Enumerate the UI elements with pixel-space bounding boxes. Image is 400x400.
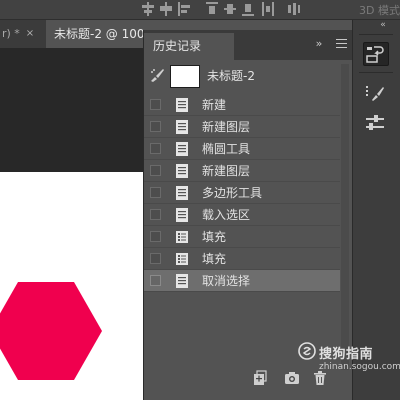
document-icon: [176, 98, 188, 112]
history-state-label: 新建: [202, 98, 227, 112]
trash-icon[interactable]: [312, 370, 328, 386]
fill-list-icon: [176, 253, 188, 265]
distribute-horizontal-icon[interactable]: [262, 2, 274, 16]
history-state-row[interactable]: 新建: [144, 94, 340, 116]
history-state-row[interactable]: 载入选区: [144, 204, 340, 226]
brush-presets-button[interactable]: [363, 82, 389, 106]
watermark-url: zhinan.sogou.com: [319, 362, 400, 372]
source-checkbox[interactable]: [150, 275, 161, 286]
auto-align-icon[interactable]: [288, 2, 300, 16]
snapshot-thumbnail[interactable]: [170, 65, 200, 88]
history-state-label: 多边形工具: [202, 186, 263, 200]
align-center-icon[interactable]: [160, 2, 172, 16]
close-icon[interactable]: ×: [24, 20, 36, 48]
history-brush-icon[interactable]: [149, 67, 165, 83]
history-state-row[interactable]: 填充: [144, 248, 340, 270]
collapse-panel-button[interactable]: »: [312, 36, 326, 52]
pasteboard: [0, 48, 143, 172]
document-icon: [176, 186, 188, 200]
source-checkbox[interactable]: [150, 209, 161, 220]
history-state-row[interactable]: 椭圆工具: [144, 138, 340, 160]
history-state-row[interactable]: 新建图层: [144, 116, 340, 138]
history-state-label: 填充: [202, 252, 227, 266]
history-panel-icon: [366, 46, 384, 63]
source-checkbox[interactable]: [150, 165, 161, 176]
document-icon: [176, 164, 188, 178]
snapshot-label: 未标题-2: [207, 69, 255, 83]
snapshot-row[interactable]: 未标题-2: [144, 61, 340, 92]
history-state-row[interactable]: 填充: [144, 226, 340, 248]
history-state-label: 椭圆工具: [202, 142, 251, 156]
history-state-label: 填充: [202, 230, 227, 244]
history-state-label: 新建图层: [202, 164, 251, 178]
sogou-logo: [298, 342, 316, 360]
tab-inactive-document[interactable]: r) *: [0, 20, 46, 48]
source-checkbox[interactable]: [150, 121, 161, 132]
panel-header: 历史记录 »: [144, 30, 352, 60]
source-checkbox[interactable]: [150, 143, 161, 154]
document-tabs: r) * × 未标题-2 @ 100%: [0, 20, 143, 48]
hexagon-shape[interactable]: [0, 282, 102, 380]
history-state-label: 载入选区: [202, 208, 251, 222]
document-icon: [176, 120, 188, 134]
document-icon: [176, 274, 188, 288]
document-icon: [176, 142, 188, 156]
history-state-row[interactable]: 多边形工具: [144, 182, 340, 204]
tab-history[interactable]: 历史记录: [144, 33, 234, 60]
history-state-row[interactable]: 新建图层: [144, 160, 340, 182]
divider: [359, 34, 393, 35]
camera-snapshot-icon[interactable]: [284, 370, 300, 386]
adjustments-icon: [366, 115, 384, 130]
distribute-top-icon[interactable]: [206, 2, 218, 16]
source-checkbox[interactable]: [150, 187, 161, 198]
history-state-row-selected[interactable]: 取消选择: [144, 270, 340, 292]
document-icon: [176, 208, 188, 222]
new-document-from-state-icon[interactable]: [252, 370, 268, 386]
history-panel-button[interactable]: [363, 42, 389, 66]
source-checkbox[interactable]: [150, 99, 161, 110]
3d-mode-label: 3D 模式: [359, 4, 400, 17]
history-state-label: 取消选择: [202, 274, 251, 288]
distribute-middle-icon[interactable]: [224, 2, 236, 16]
fill-list-icon: [176, 231, 188, 243]
panel-menu-icon[interactable]: [336, 39, 347, 49]
source-checkbox[interactable]: [150, 231, 161, 242]
source-checkbox[interactable]: [150, 253, 161, 264]
history-scrollbar[interactable]: [341, 64, 349, 370]
adjustments-button[interactable]: [363, 112, 389, 136]
brush-presets-icon: [366, 86, 384, 101]
distribute-bottom-icon[interactable]: [242, 2, 254, 16]
history-state-label: 新建图层: [202, 120, 251, 134]
expand-panels-button[interactable]: «: [376, 20, 390, 30]
history-list: 新建 新建图层 椭圆工具 新建图层 多边形工具 载入选区 填充 填充 取消选择: [144, 94, 340, 292]
tab-active-document[interactable]: 未标题-2 @ 100%: [46, 20, 143, 48]
align-right-icon[interactable]: [178, 2, 190, 16]
watermark-brand: 搜狗指南: [319, 347, 374, 362]
align-left-icon[interactable]: [142, 2, 154, 16]
divider: [359, 72, 393, 73]
options-bar: 3D 模式: [0, 0, 400, 20]
